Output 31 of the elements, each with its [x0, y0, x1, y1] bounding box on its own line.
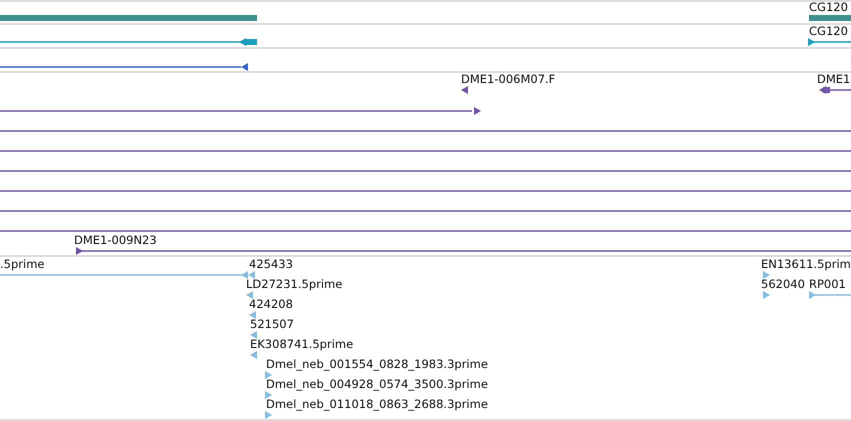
feature-label: 562040 — [761, 277, 805, 291]
gene-bar[interactable] — [0, 15, 257, 21]
feature-label: DME1-009N23 — [74, 233, 157, 247]
feature-label: RP001 — [809, 277, 846, 291]
feature-label: Dmel_neb_004928_0574_3500.3prime — [266, 377, 488, 391]
feature-arrow[interactable] — [461, 86, 468, 94]
gene-bar[interactable] — [809, 15, 851, 21]
feature-arrow[interactable] — [0, 38, 257, 46]
feature-arrow[interactable] — [76, 247, 851, 255]
feature-label: DME1 — [817, 72, 850, 86]
feature-arrow[interactable] — [819, 86, 851, 94]
feature-label: EK308741.5prime — [250, 337, 354, 351]
feature-label: Dmel_neb_011018_0863_2688.3prime — [266, 397, 488, 411]
feature-label: LD27231.5prime — [246, 277, 342, 291]
feature-line[interactable] — [0, 150, 851, 152]
feature-label: CG120 — [809, 24, 848, 38]
feature-label: Dmel_neb_001554_0828_1983.3prime — [266, 357, 488, 371]
feature-line[interactable] — [0, 190, 851, 192]
feature-line[interactable] — [0, 230, 851, 232]
feature-label: DME1-006M07.F — [461, 72, 556, 86]
feature-label: CG120 — [809, 0, 848, 14]
feature-arrow[interactable] — [0, 107, 481, 115]
feature-line[interactable] — [0, 130, 851, 132]
feature-line[interactable] — [0, 210, 851, 212]
feature-label: 521507 — [250, 317, 294, 331]
feature-label: .5prime — [0, 257, 44, 271]
feature-arrow[interactable] — [0, 63, 248, 71]
feature-line[interactable] — [0, 170, 851, 172]
feature-label: 425433 — [249, 257, 293, 271]
feature-label: 424208 — [249, 297, 293, 311]
feature-label: EN13611.5prim — [761, 257, 851, 271]
